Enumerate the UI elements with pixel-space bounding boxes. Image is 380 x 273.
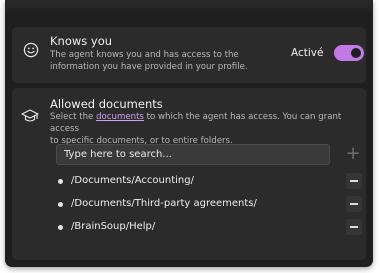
knows-you-status-label: Activé <box>291 47 324 59</box>
smiley-face-icon <box>23 42 39 62</box>
knows-you-description-line2: information you have provided in your pr… <box>50 62 248 72</box>
remove-document-button[interactable] <box>346 196 362 212</box>
allowed-documents-description-line1: Select the documents to which the agent … <box>50 111 362 135</box>
add-document-button[interactable]: + <box>345 143 361 164</box>
plus-icon: + <box>345 143 361 164</box>
knows-you-panel: Knows you The agent knows you and has ac… <box>12 27 366 83</box>
knows-you-description: The agent knows you and has access to th… <box>50 49 248 73</box>
document-path: /BrainSoup/Help/ <box>71 221 156 232</box>
document-path: /Documents/Third-party agreements/ <box>71 198 257 209</box>
knows-you-description-line1: The agent knows you and has access to th… <box>50 50 239 60</box>
search-placeholder: Type here to search... <box>64 149 172 160</box>
document-path: /Documents/Accounting/ <box>71 175 194 186</box>
bullet-icon <box>58 179 63 184</box>
bullet-icon <box>58 225 63 230</box>
allowed-documents-title: Allowed documents <box>50 97 163 111</box>
settings-window: Knows you The agent knows you and has ac… <box>5 0 373 267</box>
bullet-icon <box>58 202 63 207</box>
knows-you-toggle[interactable] <box>334 45 364 61</box>
allowed-documents-panel: Allowed documents Select the documents t… <box>12 88 366 260</box>
remove-document-button[interactable] <box>346 173 362 189</box>
document-list-item: /Documents/Accounting/ <box>56 173 362 191</box>
knows-you-title: Knows you <box>50 34 113 48</box>
document-list-item: /BrainSoup/Help/ <box>56 219 362 237</box>
description-text-pre: Select the <box>50 112 97 122</box>
toggle-knob <box>351 48 361 58</box>
remove-document-button[interactable] <box>346 219 362 235</box>
document-list-item: /Documents/Third-party agreements/ <box>56 196 362 214</box>
allowed-documents-description: Select the documents to which the agent … <box>50 111 362 147</box>
documents-link[interactable]: documents <box>96 112 144 122</box>
header-fade <box>5 0 373 14</box>
document-search-input[interactable]: Type here to search... <box>56 144 330 165</box>
graduation-cap-icon <box>21 108 39 128</box>
